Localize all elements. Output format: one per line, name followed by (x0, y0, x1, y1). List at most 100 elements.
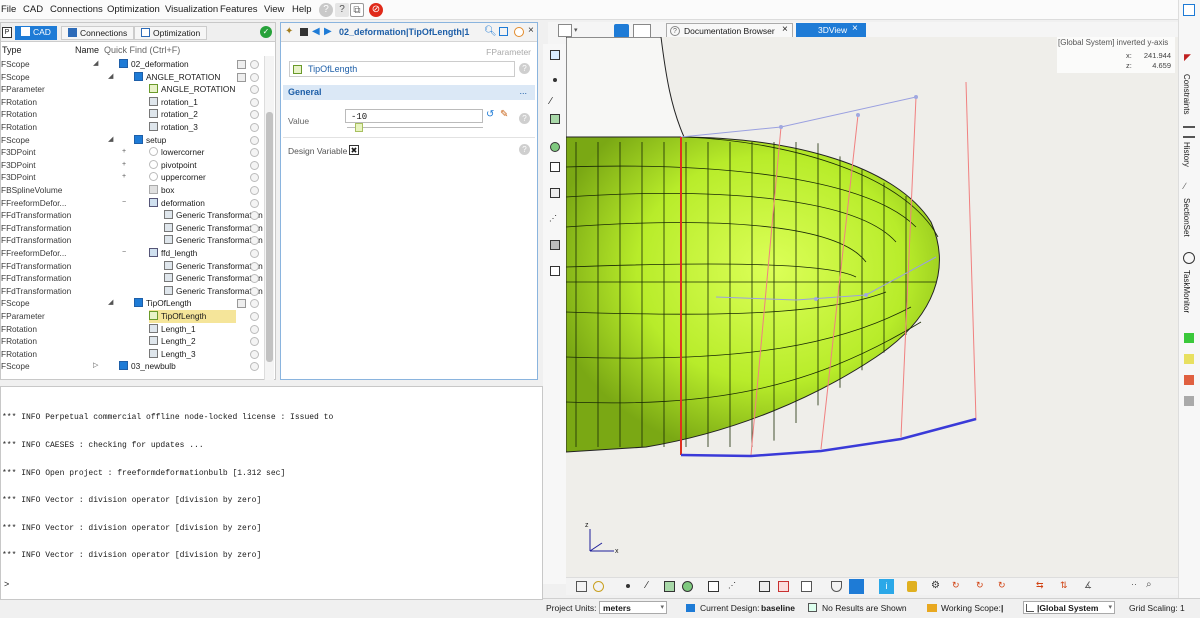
visibility-toggle[interactable] (250, 299, 259, 309)
visibility-toggle[interactable] (250, 123, 259, 132)
viewport-3d[interactable]: z x [Global System] inverted y-axis x: 2… (566, 37, 1178, 577)
tree-item[interactable]: uppercorner (149, 171, 206, 184)
tree-row[interactable]: FParameter ANGLE_ROTATION (1, 83, 263, 96)
tab-optimization[interactable]: Optimization (134, 26, 208, 40)
tree-row[interactable]: FFdTransformation Generic Transformation (1, 209, 263, 222)
visibility-toggle[interactable] (250, 173, 259, 183)
tree-row[interactable]: F3DPoint + lowercorner (1, 146, 263, 159)
tree-item[interactable]: ANGLE_ROTATION (149, 83, 235, 96)
point-icon[interactable] (626, 584, 630, 588)
units-select[interactable]: meters ▾ (599, 601, 667, 614)
stop-icon[interactable]: ⊘ (369, 3, 383, 17)
column-type-header[interactable]: Type (2, 45, 22, 55)
tree-row[interactable]: FScope ◢ TipOfLength (1, 297, 263, 310)
visibility-toggle[interactable] (250, 72, 259, 82)
tree-item[interactable]: Generic Transformation (164, 209, 263, 222)
design-value[interactable]: baseline (761, 603, 795, 613)
scrollbar-thumb[interactable] (266, 112, 273, 362)
coordinate-system-select[interactable]: |Global System ▾ (1023, 601, 1115, 614)
visibility-toggle[interactable] (250, 249, 259, 258)
visibility-toggle[interactable] (250, 349, 259, 359)
undo-icon[interactable]: ↺ (486, 109, 498, 122)
copy-icon[interactable]: ⧉ (350, 3, 364, 17)
tree-row[interactable]: FScope ◢ setup (1, 134, 263, 147)
points-icon[interactable]: ⋰ (549, 214, 557, 223)
search-icon[interactable]: 🔍︎ (484, 26, 497, 37)
tree-row[interactable]: FParameter TipOfLength (1, 310, 263, 323)
clip-icon[interactable] (778, 581, 789, 592)
rotate-z-icon[interactable]: ↻ (998, 580, 1006, 591)
tree-row[interactable]: FBSplineVolume box (1, 184, 263, 197)
view-front-icon[interactable]: ⇆ (1036, 580, 1044, 591)
tree-item[interactable]: Length_2 (149, 335, 196, 348)
menu-optimization[interactable]: Optimization (107, 4, 160, 15)
shield-icon[interactable] (831, 581, 842, 592)
visibility-toggle[interactable] (250, 97, 259, 107)
layout-single-icon[interactable] (614, 24, 629, 38)
menu-view[interactable]: View (264, 4, 284, 15)
tree-row[interactable]: FRotation Length_3 (1, 348, 263, 361)
check-icon[interactable]: ✓ (260, 26, 272, 38)
point-icon[interactable] (553, 78, 557, 82)
menu-file[interactable]: File (1, 4, 16, 15)
quick-find-input[interactable]: Quick Find (Ctrl+F) (104, 45, 180, 55)
tree-item[interactable]: 03_newbulb (119, 360, 176, 373)
console-prompt[interactable]: > (4, 579, 9, 589)
menu-cad[interactable]: CAD (23, 4, 43, 15)
menu-connections[interactable]: Connections (50, 4, 103, 15)
rectangle-icon[interactable] (550, 50, 560, 60)
collapse-minus-icon[interactable]: − (122, 197, 126, 210)
chevron-down-icon[interactable]: ▾ (574, 26, 578, 34)
expand-plus-icon[interactable]: + (122, 171, 126, 184)
tree-row[interactable]: FRotation rotation_1 (1, 96, 263, 109)
rotate-x-icon[interactable]: ↻ (952, 580, 960, 591)
gear-icon[interactable]: ✦ (285, 26, 293, 37)
tab-cad[interactable]: CAD (15, 26, 57, 40)
visibility-toggle[interactable] (250, 337, 259, 347)
square-icon[interactable] (300, 28, 308, 36)
tree-item[interactable]: Generic Transformation (164, 260, 263, 273)
tab-history[interactable]: History (1182, 142, 1191, 167)
tree-row[interactable]: FRotation rotation_2 (1, 108, 263, 121)
tab-taskmonitor[interactable]: TaskMonitor (1182, 270, 1191, 313)
visibility-toggle[interactable] (250, 110, 259, 120)
object-name-field[interactable]: TipOfLength (289, 61, 515, 77)
grid-value[interactable]: 1 (1180, 603, 1185, 613)
expanded-icon[interactable]: ◢ (108, 71, 113, 84)
tree-row[interactable]: FScope ◢ 02_deformation (1, 58, 263, 71)
scope-icon[interactable] (237, 72, 246, 82)
slider-thumb[interactable] (355, 123, 363, 132)
select-icon[interactable] (576, 581, 587, 592)
visibility-toggle[interactable] (250, 135, 259, 145)
help-icon[interactable]: ? (519, 144, 530, 155)
results-text[interactable]: No Results are Shown (822, 603, 907, 613)
visibility-toggle[interactable] (250, 148, 259, 158)
sphere-icon[interactable] (550, 142, 560, 152)
visibility-toggle[interactable] (250, 85, 259, 95)
visibility-toggle[interactable] (250, 261, 259, 271)
tree-item[interactable]: Length_3 (149, 348, 196, 361)
visibility-toggle[interactable] (250, 362, 259, 372)
help-icon[interactable]: ? (519, 63, 530, 74)
help-icon[interactable]: ? (519, 113, 530, 124)
visibility-toggle[interactable] (250, 60, 259, 69)
close-icon[interactable]: × (852, 23, 858, 34)
visibility-toggle[interactable] (250, 223, 259, 233)
tab-sectionset[interactable]: SectionSet (1182, 198, 1191, 237)
panel-icon[interactable] (1183, 4, 1195, 16)
edit-icon[interactable]: ✎ (500, 109, 512, 122)
scope-icon[interactable] (237, 60, 246, 69)
tree-item[interactable]: rotation_2 (149, 108, 198, 121)
menu-features[interactable]: Features (220, 4, 258, 15)
lock-icon[interactable] (907, 581, 917, 592)
tree-item[interactable]: rotation_3 (149, 121, 198, 134)
tree-row[interactable]: FRotation Length_2 (1, 335, 263, 348)
column-name-header[interactable]: Name (75, 45, 99, 55)
tree-row[interactable]: FFreeformDefor... − ffd_length (1, 247, 263, 260)
polygon-icon[interactable] (708, 581, 719, 592)
grid-icon[interactable] (801, 581, 812, 592)
forward-icon[interactable]: ▶ (324, 26, 332, 37)
section-icon[interactable] (759, 581, 770, 592)
scope-value[interactable]: | (1001, 603, 1003, 613)
tree-row[interactable]: FFreeformDefor... − deformation (1, 197, 263, 210)
